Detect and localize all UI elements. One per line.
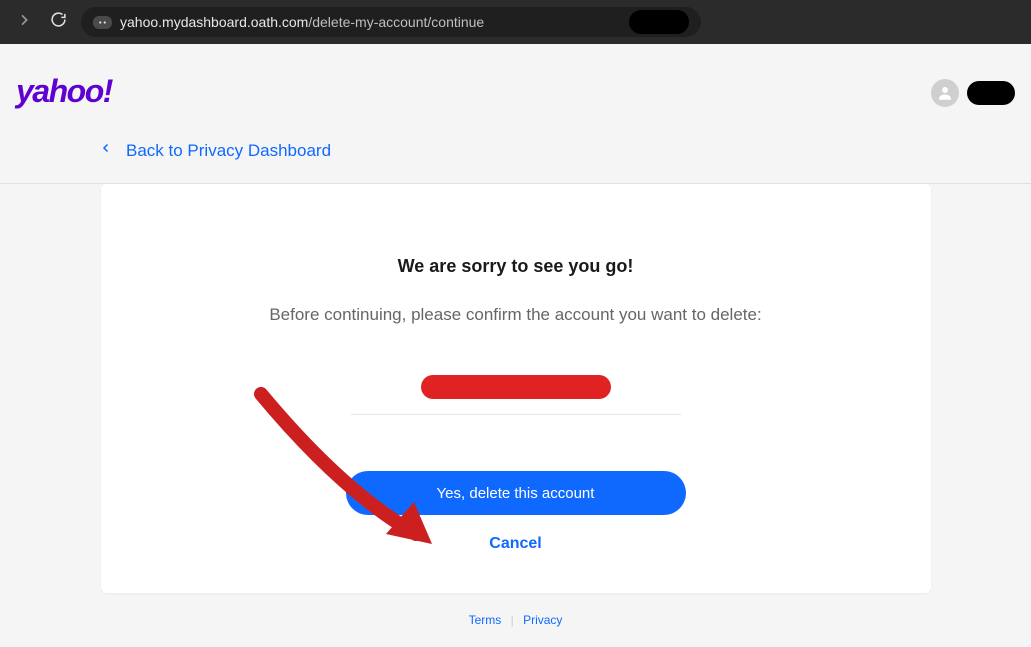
url-text: yahoo.mydashboard.oath.com/delete-my-acc… — [120, 14, 484, 30]
account-row — [351, 375, 681, 415]
browser-toolbar: yahoo.mydashboard.oath.com/delete-my-acc… — [0, 0, 1031, 44]
card-subtitle: Before continuing, please confirm the ac… — [141, 305, 891, 325]
main-content: We are sorry to see you go! Before conti… — [0, 183, 1031, 593]
cancel-button[interactable]: Cancel — [489, 535, 541, 553]
confirm-delete-button[interactable]: Yes, delete this account — [346, 471, 686, 515]
nav-forward-icon[interactable] — [12, 8, 36, 37]
delete-account-card: We are sorry to see you go! Before conti… — [101, 184, 931, 593]
avatar[interactable] — [931, 79, 959, 107]
url-right-pill — [629, 10, 689, 34]
user-menu[interactable] — [967, 81, 1015, 105]
chevron-left-icon[interactable] — [100, 140, 112, 161]
address-bar[interactable]: yahoo.mydashboard.oath.com/delete-my-acc… — [81, 7, 701, 37]
site-info-icon[interactable] — [93, 16, 112, 29]
footer: Terms | Privacy — [0, 593, 1031, 647]
card-title: We are sorry to see you go! — [141, 256, 891, 277]
reload-icon[interactable] — [46, 7, 71, 37]
back-to-dashboard-link[interactable]: Back to Privacy Dashboard — [126, 141, 331, 161]
page-header: yahoo! Back to Privacy Dashboard — [0, 44, 1031, 183]
account-email-redacted — [421, 375, 611, 399]
yahoo-logo[interactable]: yahoo! — [16, 73, 112, 110]
